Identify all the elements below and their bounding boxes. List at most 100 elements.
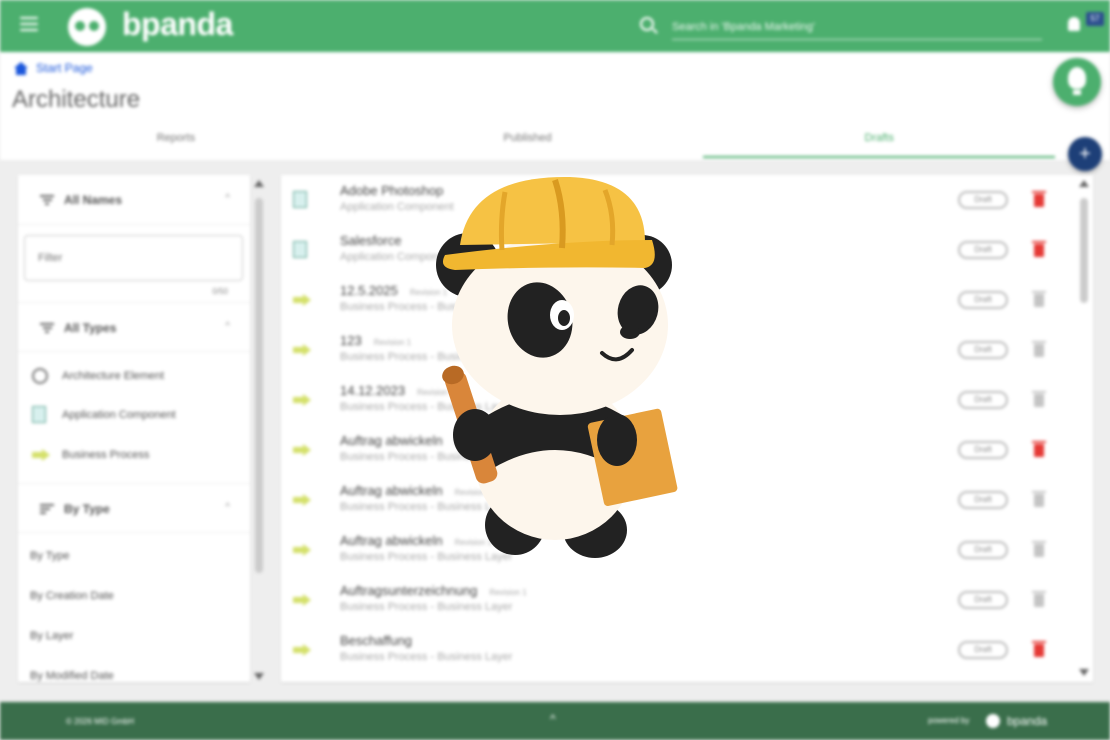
panda-logo-icon[interactable] [68, 8, 106, 46]
delete-icon[interactable] [1032, 241, 1046, 257]
draft-badge[interactable]: Draft [958, 391, 1008, 409]
business-process-icon [293, 294, 311, 306]
type-item-architecture-element[interactable]: Architecture Element [32, 368, 164, 384]
row-title[interactable]: Beschaffung [340, 633, 412, 648]
row-icon-wrapper [293, 641, 311, 661]
delete-icon[interactable] [1032, 341, 1046, 357]
add-button[interactable]: + [1068, 137, 1102, 171]
page-title: Architecture [12, 86, 141, 113]
row-title-text: Salesforce [340, 233, 402, 248]
business-process-icon [293, 494, 311, 506]
list-scrollbar[interactable] [1079, 180, 1089, 676]
filter-icon [40, 323, 54, 333]
draft-badge[interactable]: Draft [958, 241, 1008, 259]
draft-badge[interactable]: Draft [958, 341, 1008, 359]
draft-badge[interactable]: Draft [958, 441, 1008, 459]
sort-option-by-type[interactable]: By Type [30, 550, 70, 562]
panda-logo-icon [986, 714, 1000, 728]
business-process-icon [293, 594, 311, 606]
delete-icon[interactable] [1032, 441, 1046, 457]
delete-icon[interactable] [1032, 541, 1046, 557]
row-revision: Revision 1 [373, 338, 412, 347]
row-subtitle: Business Process - Business Layer [340, 601, 513, 613]
scrollbar-thumb[interactable] [1080, 198, 1088, 303]
lightbulb-icon[interactable] [1053, 58, 1101, 106]
row-title-text: 12.5.2025 [340, 283, 398, 298]
draft-badge[interactable]: Draft [958, 491, 1008, 509]
chevron-up-icon[interactable]: ^ [225, 502, 230, 513]
panda-mascot-illustration [436, 176, 678, 558]
delete-icon[interactable] [1032, 191, 1046, 207]
tab-reports[interactable]: Reports [0, 118, 352, 158]
type-item-application-component[interactable]: Application Component [32, 406, 176, 423]
row-title-text: 123 [340, 333, 362, 348]
chevron-up-icon[interactable]: ^ [550, 712, 556, 726]
draft-badge[interactable]: Draft [958, 191, 1008, 209]
application-component-icon [293, 241, 307, 258]
types-section-label: All Types [64, 321, 117, 335]
application-component-icon [293, 191, 307, 208]
business-process-icon [293, 544, 311, 556]
delete-icon[interactable] [1032, 291, 1046, 307]
row-icon-wrapper [293, 541, 311, 561]
delete-icon[interactable] [1032, 491, 1046, 507]
draft-badge[interactable]: Draft [958, 641, 1008, 659]
tab-bar: Reports Published Drafts [0, 118, 1056, 158]
sort-section-header[interactable]: By Type ^ [18, 483, 250, 533]
business-process-icon [293, 344, 311, 356]
row-title-text: 14.12.2023 [340, 383, 406, 398]
tab-published[interactable]: Published [352, 118, 704, 158]
footer: © 2026 MID GmbH ^ powered by bpanda [0, 702, 1110, 740]
sidebar-scrollbar[interactable] [254, 180, 264, 680]
filter-icon [40, 195, 54, 205]
copyright-text: © 2026 MID GmbH [66, 717, 135, 726]
chevron-up-icon[interactable]: ^ [225, 193, 230, 204]
row-subtitle: Business Process - Business Layer [340, 651, 513, 663]
names-section-header[interactable]: All Names ^ [18, 175, 250, 225]
brand-name[interactable]: bpanda [122, 6, 233, 43]
row-icon-wrapper [293, 291, 311, 311]
delete-icon[interactable] [1032, 641, 1046, 657]
tab-drafts[interactable]: Drafts [703, 118, 1056, 158]
type-item-label: Business Process [62, 449, 150, 461]
scroll-up-icon[interactable] [254, 180, 264, 187]
list-item[interactable]: Auftragsunterzeichnung Revision 1 Business… [281, 575, 1071, 625]
business-process-icon [293, 394, 311, 406]
sort-section-label: By Type [64, 502, 110, 516]
sort-option-by-creation-date[interactable]: By Creation Date [30, 590, 114, 602]
delete-icon[interactable] [1032, 391, 1046, 407]
row-title[interactable]: 123 Revision 1 [340, 333, 411, 348]
type-item-business-process[interactable]: Business Process [32, 449, 149, 461]
row-title[interactable]: Salesforce [340, 233, 401, 248]
row-icon-wrapper [293, 591, 311, 611]
chevron-up-icon[interactable]: ^ [225, 321, 230, 332]
delete-icon[interactable] [1032, 591, 1046, 607]
search-icon[interactable] [640, 17, 654, 31]
type-item-label: Architecture Element [62, 370, 165, 382]
sort-option-by-layer[interactable]: By Layer [30, 630, 73, 642]
draft-badge[interactable]: Draft [958, 541, 1008, 559]
footer-brand: bpanda [1007, 714, 1048, 728]
powered-by-text: powered by [928, 716, 970, 725]
menu-icon[interactable] [20, 17, 38, 31]
row-icon-wrapper [293, 391, 311, 411]
notification-bell-icon[interactable] [1068, 17, 1080, 31]
scroll-down-icon[interactable] [254, 673, 264, 680]
scrollbar-thumb[interactable] [255, 198, 263, 573]
draft-badge[interactable]: Draft [958, 591, 1008, 609]
mascot-nose [620, 325, 640, 339]
row-title[interactable]: Auftragsunterzeichnung Revision 1 [340, 583, 527, 598]
types-section-header[interactable]: All Types ^ [18, 302, 250, 352]
scroll-down-icon[interactable] [1079, 669, 1089, 676]
notification-badge[interactable]: 57 [1086, 12, 1104, 26]
sort-option-by-modified-date[interactable]: By Modified Date [30, 670, 114, 682]
list-item[interactable]: Beschaffung Business Process - Business L… [281, 625, 1071, 675]
breadcrumb-start-page[interactable]: Start Page [36, 61, 93, 75]
home-icon[interactable] [14, 61, 28, 75]
draft-badge[interactable]: Draft [958, 291, 1008, 309]
breadcrumb[interactable]: Start Page [14, 61, 93, 75]
names-filter-input[interactable] [24, 235, 243, 281]
circle-icon [32, 368, 48, 384]
scroll-up-icon[interactable] [1079, 180, 1089, 187]
search-input[interactable] [672, 14, 1042, 40]
